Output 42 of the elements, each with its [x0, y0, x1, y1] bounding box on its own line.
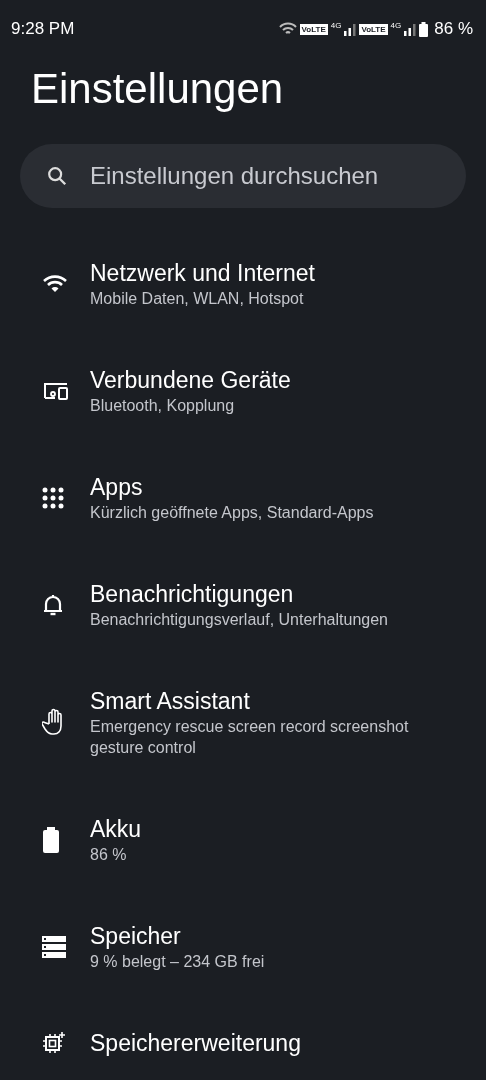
status-time: 9:28 PM	[11, 19, 75, 39]
volte-badge: VoLTE	[299, 23, 328, 35]
battery-icon	[419, 21, 429, 37]
chip-plus-icon	[42, 1031, 66, 1055]
item-title: Speichererweiterung	[90, 1029, 301, 1058]
settings-item[interactable]: Verbundene Geräte Bluetooth, Kopplung	[0, 337, 486, 444]
item-subtitle: Emergency rescue screen record screenshot gesture control	[90, 717, 410, 758]
devices-icon	[42, 380, 70, 401]
item-subtitle: Benachrichtigungsverlauf, Unterhaltungen	[90, 610, 388, 630]
settings-item[interactable]: Netzwerk und Internet Mobile Daten, WLAN, Hotspot	[0, 230, 486, 337]
item-title: Akku	[90, 815, 142, 844]
settings-item[interactable]: Speichererweiterung	[0, 1000, 486, 1080]
item-title: Apps	[90, 473, 144, 502]
item-subtitle: Mobile Daten, WLAN, Hotspot	[90, 289, 305, 309]
signal-icon	[344, 22, 357, 36]
bell-icon	[42, 592, 64, 617]
item-title: Smart Assistant	[90, 687, 251, 716]
wifi-icon	[42, 273, 68, 294]
battery-icon	[42, 826, 60, 853]
item-title: Verbundene Geräte	[90, 366, 291, 395]
item-subtitle: 9 % belegt – 234 GB frei	[90, 952, 265, 972]
item-title: Speicher	[90, 922, 182, 951]
settings-item[interactable]: Smart Assistant Emergency rescue screen record screenshot gesture control	[0, 658, 486, 786]
battery-percent: 86 %	[434, 19, 473, 39]
volte-badge: VoLTE	[359, 23, 388, 35]
settings-item[interactable]: Akku 86 %	[0, 786, 486, 893]
item-title: Benachrichtigungen	[90, 580, 295, 609]
network-label: 4G	[330, 21, 342, 30]
item-subtitle: Bluetooth, Kopplung	[90, 396, 236, 416]
settings-item[interactable]: Apps Kürzlich geöffnete Apps, Standard-Apps	[0, 444, 486, 551]
item-subtitle: 86 %	[90, 845, 128, 865]
settings-item[interactable]: Benachrichtigungen Benachrichtigungsverlauf, Unterhaltungen	[0, 551, 486, 658]
page-title: Einstellungen	[31, 64, 285, 114]
item-title: Netzwerk und Internet	[90, 259, 315, 288]
item-subtitle: Kürzlich geöffnete Apps, Standard-Apps	[90, 503, 374, 523]
signal-icon	[404, 22, 417, 36]
search-field[interactable]: Einstellungen durchsuchen	[20, 144, 466, 208]
storage-icon	[42, 935, 66, 958]
network-label: 4G	[390, 21, 402, 30]
wifi-icon	[278, 22, 297, 36]
apps-grid-icon	[42, 486, 64, 509]
settings-item[interactable]: Speicher 9 % belegt – 234 GB frei	[0, 893, 486, 1000]
